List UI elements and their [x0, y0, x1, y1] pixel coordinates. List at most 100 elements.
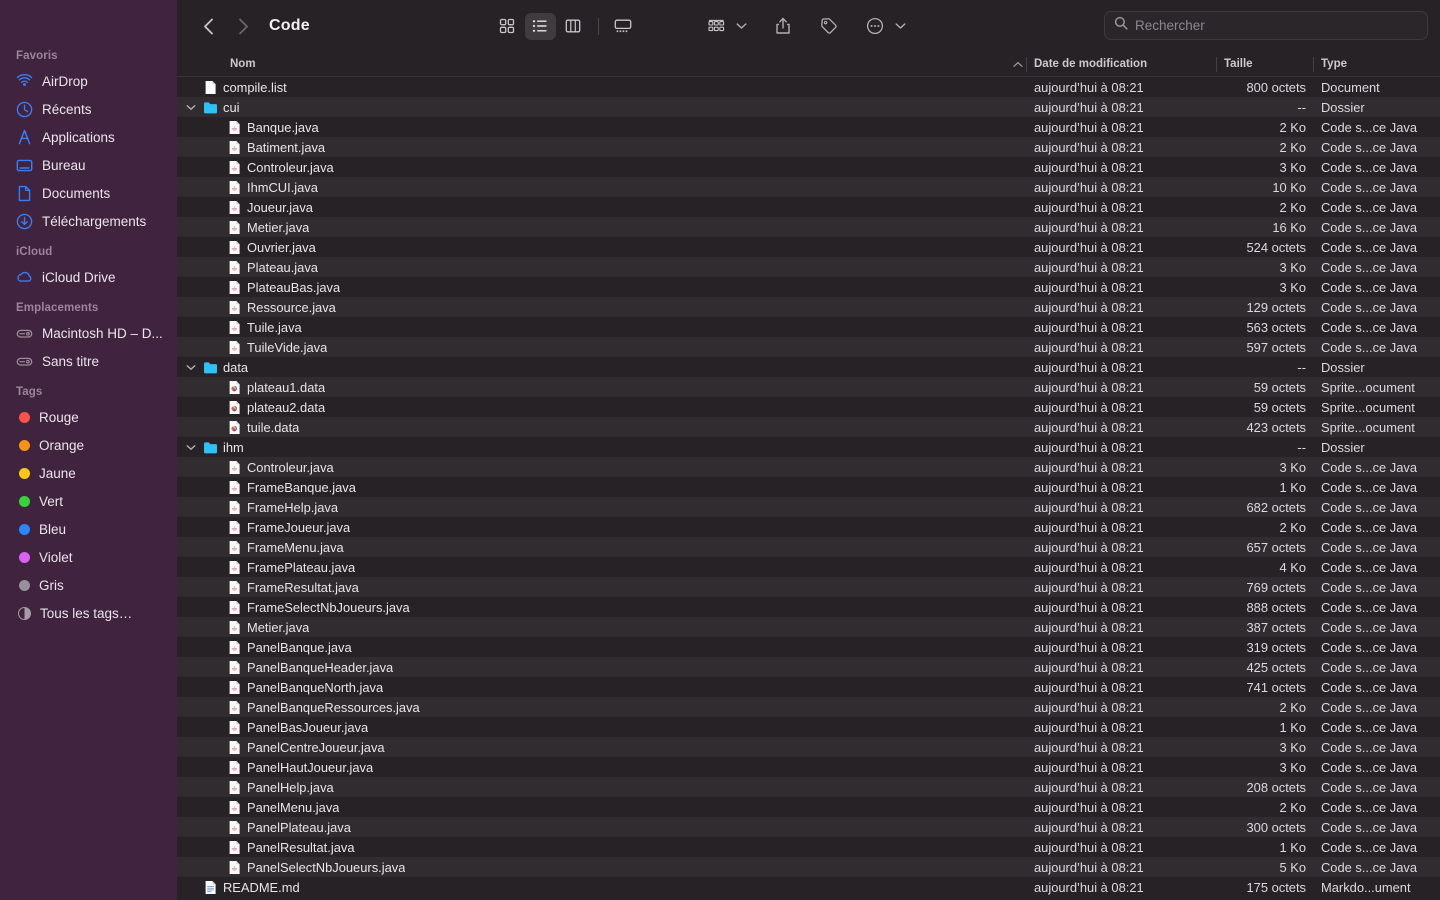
sidebar-item-tous-les-tags[interactable]: Tous les tags… — [0, 599, 177, 627]
file-name-cell[interactable]: Controleur.java — [177, 460, 1026, 475]
disclosure-chevron-down-icon[interactable] — [184, 104, 198, 111]
file-name-cell[interactable]: FrameMenu.java — [177, 540, 1026, 555]
file-name-cell[interactable]: TuileVide.java — [177, 340, 1026, 355]
file-name-cell[interactable]: FrameResultat.java — [177, 580, 1026, 595]
sidebar-item-bleu[interactable]: Bleu — [0, 515, 177, 543]
file-name-cell[interactable]: PanelBanqueHeader.java — [177, 660, 1026, 675]
sidebar-item-bureau[interactable]: Bureau — [0, 151, 177, 179]
file-name-cell[interactable]: PanelHelp.java — [177, 780, 1026, 795]
table-row[interactable]: Metier.java aujourd’hui à 08:21 16 Ko Code … — [177, 217, 1440, 237]
table-row[interactable]: Ressource.java aujourd’hui à 08:21 129 oct… — [177, 297, 1440, 317]
forward-button[interactable] — [228, 11, 258, 41]
sidebar-item-r-cents[interactable]: Récents — [0, 95, 177, 123]
table-row[interactable]: PanelCentreJoueur.java aujourd’hui à 08:2… — [177, 737, 1440, 757]
table-row[interactable]: PanelHautJoueur.java aujourd’hui à 08:21 3… — [177, 757, 1440, 777]
sidebar-item-jaune[interactable]: Jaune — [0, 459, 177, 487]
tag-button[interactable] — [814, 13, 845, 40]
search-input[interactable] — [1135, 18, 1418, 33]
file-name-cell[interactable]: plateau1.data — [177, 380, 1026, 395]
share-button[interactable] — [768, 13, 799, 40]
sidebar-item-t-l-chargements[interactable]: Téléchargements — [0, 207, 177, 235]
file-name-cell[interactable]: Batiment.java — [177, 140, 1026, 155]
sidebar-item-violet[interactable]: Violet — [0, 543, 177, 571]
table-row[interactable]: FrameHelp.java aujourd’hui à 08:21 682 oct… — [177, 497, 1440, 517]
sidebar-item-icloud-drive[interactable]: iCloud Drive — [0, 263, 177, 291]
table-row[interactable]: FramePlateau.java aujourd’hui à 08:21 4 Ko… — [177, 557, 1440, 577]
file-name-cell[interactable]: FramePlateau.java — [177, 560, 1026, 575]
table-row[interactable]: plateau1.data aujourd’hui à 08:21 59 octet… — [177, 377, 1440, 397]
table-row[interactable]: FrameJoueur.java aujourd’hui à 08:21 2 Ko C… — [177, 517, 1440, 537]
file-name-cell[interactable]: Joueur.java — [177, 200, 1026, 215]
table-row[interactable]: Metier.java aujourd’hui à 08:21 387 octets… — [177, 617, 1440, 637]
table-row[interactable]: PlateauBas.java aujourd’hui à 08:21 3 Ko Co… — [177, 277, 1440, 297]
column-header-size[interactable]: Taille — [1216, 52, 1313, 77]
file-name-cell[interactable]: PanelBanqueRessources.java — [177, 700, 1026, 715]
table-row[interactable]: Joueur.java aujourd’hui à 08:21 2 Ko Code s… — [177, 197, 1440, 217]
file-name-cell[interactable]: Tuile.java — [177, 320, 1026, 335]
file-list[interactable]: compile.list aujourd’hui à 08:21 800 octet… — [177, 77, 1440, 900]
file-name-cell[interactable]: PanelResultat.java — [177, 840, 1026, 855]
file-name-cell[interactable]: FrameJoueur.java — [177, 520, 1026, 535]
table-row[interactable]: PanelHelp.java aujourd’hui à 08:21 208 oct… — [177, 777, 1440, 797]
file-name-cell[interactable]: plateau2.data — [177, 400, 1026, 415]
table-row[interactable]: PanelMenu.java aujourd’hui à 08:21 2 Ko Cod… — [177, 797, 1440, 817]
table-row[interactable]: TuileVide.java aujourd’hui à 08:21 597 oct… — [177, 337, 1440, 357]
file-name-cell[interactable]: Metier.java — [177, 620, 1026, 635]
file-name-cell[interactable]: PanelPlateau.java — [177, 820, 1026, 835]
file-name-cell[interactable]: PanelBanque.java — [177, 640, 1026, 655]
sidebar-item-documents[interactable]: Documents — [0, 179, 177, 207]
table-row[interactable]: ihm aujourd’hui à 08:21 -- Dossier — [177, 437, 1440, 457]
group-by-button[interactable] — [701, 13, 732, 40]
icon-view-button[interactable] — [492, 13, 523, 40]
file-name-cell[interactable]: data — [177, 360, 1026, 375]
table-row[interactable]: compile.list aujourd’hui à 08:21 800 octet… — [177, 77, 1440, 97]
table-row[interactable]: README.md aujourd’hui à 08:21 175 octets Ma… — [177, 877, 1440, 897]
file-name-cell[interactable]: ihm — [177, 440, 1026, 455]
sidebar-item-airdrop[interactable]: AirDrop — [0, 67, 177, 95]
back-button[interactable] — [193, 11, 223, 41]
table-row[interactable]: Controleur.java aujourd’hui à 08:21 3 Ko Co… — [177, 457, 1440, 477]
file-name-cell[interactable]: PanelHautJoueur.java — [177, 760, 1026, 775]
sidebar-item-macintosh-hd-d[interactable]: Macintosh HD – D... — [0, 319, 177, 347]
table-row[interactable]: Banque.java aujourd’hui à 08:21 2 Ko Code s… — [177, 117, 1440, 137]
search-field[interactable] — [1104, 11, 1428, 40]
group-by-chevron-down-icon[interactable] — [736, 17, 747, 35]
file-name-cell[interactable]: Ressource.java — [177, 300, 1026, 315]
sidebar-item-vert[interactable]: Vert — [0, 487, 177, 515]
gallery-view-button[interactable] — [608, 13, 639, 40]
sidebar-item-rouge[interactable]: Rouge — [0, 403, 177, 431]
table-row[interactable]: FrameSelectNbJoueurs.java aujourd’hui à 0… — [177, 597, 1440, 617]
more-actions-chevron-down-icon[interactable] — [895, 17, 906, 35]
file-name-cell[interactable]: Banque.java — [177, 120, 1026, 135]
disclosure-chevron-down-icon[interactable] — [184, 364, 198, 371]
table-row[interactable]: data aujourd’hui à 08:21 -- Dossier — [177, 357, 1440, 377]
file-name-cell[interactable]: Plateau.java — [177, 260, 1026, 275]
file-name-cell[interactable]: Ouvrier.java — [177, 240, 1026, 255]
file-name-cell[interactable]: PlateauBas.java — [177, 280, 1026, 295]
disclosure-chevron-down-icon[interactable] — [184, 444, 198, 451]
table-row[interactable]: FrameBanque.java aujourd’hui à 08:21 1 Ko C… — [177, 477, 1440, 497]
sidebar-item-orange[interactable]: Orange — [0, 431, 177, 459]
file-name-cell[interactable]: PanelSelectNbJoueurs.java — [177, 860, 1026, 875]
table-row[interactable]: FrameMenu.java aujourd’hui à 08:21 657 oct… — [177, 537, 1440, 557]
table-row[interactable]: PanelSelectNbJoueurs.java aujourd’hui à 0… — [177, 857, 1440, 877]
table-row[interactable]: PanelBanque.java aujourd’hui à 08:21 319 o… — [177, 637, 1440, 657]
sidebar-item-gris[interactable]: Gris — [0, 571, 177, 599]
table-row[interactable]: PanelBanqueNorth.java aujourd’hui à 08:21… — [177, 677, 1440, 697]
table-row[interactable]: FrameResultat.java aujourd’hui à 08:21 769… — [177, 577, 1440, 597]
file-name-cell[interactable]: PanelBasJoueur.java — [177, 720, 1026, 735]
file-name-cell[interactable]: Metier.java — [177, 220, 1026, 235]
table-row[interactable]: Ouvrier.java aujourd’hui à 08:21 524 octet… — [177, 237, 1440, 257]
table-row[interactable]: tuile.data aujourd’hui à 08:21 423 octets S… — [177, 417, 1440, 437]
column-header-name[interactable]: Nom — [177, 52, 1026, 77]
table-row[interactable]: PanelBasJoueur.java aujourd’hui à 08:21 1 … — [177, 717, 1440, 737]
table-row[interactable]: PanelBanqueRessources.java aujourd’hui à … — [177, 697, 1440, 717]
table-row[interactable]: cui aujourd’hui à 08:21 -- Dossier — [177, 97, 1440, 117]
column-header-type[interactable]: Type — [1313, 52, 1433, 77]
file-name-cell[interactable]: PanelBanqueNorth.java — [177, 680, 1026, 695]
column-view-button[interactable] — [558, 13, 589, 40]
more-actions-button[interactable] — [860, 13, 891, 40]
file-name-cell[interactable]: PanelCentreJoueur.java — [177, 740, 1026, 755]
table-row[interactable]: Tuile.java aujourd’hui à 08:21 563 octets C… — [177, 317, 1440, 337]
sidebar-item-applications[interactable]: Applications — [0, 123, 177, 151]
